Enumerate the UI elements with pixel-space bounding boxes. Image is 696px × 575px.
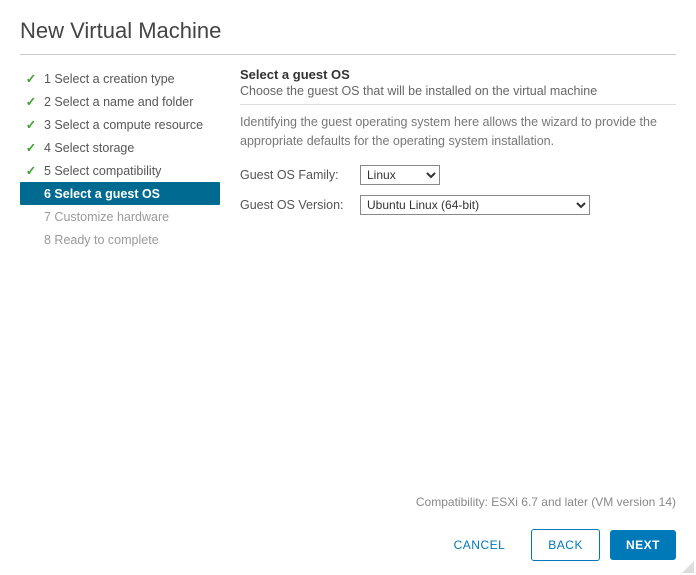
step-guest-os[interactable]: ✓ 6 Select a guest OS: [20, 182, 220, 205]
button-row: CANCEL BACK NEXT: [438, 529, 676, 561]
step-label: 6 Select a guest OS: [44, 187, 160, 201]
step-ready-complete: ✓ 8 Ready to complete: [20, 228, 220, 251]
step-label: 8 Ready to complete: [44, 233, 159, 247]
step-label: 2 Select a name and folder: [44, 95, 193, 109]
step-compute-resource[interactable]: ✓ 3 Select a compute resource: [20, 113, 220, 136]
step-label: 1 Select a creation type: [44, 72, 175, 86]
guest-os-family-select[interactable]: Linux: [360, 165, 440, 185]
content-divider: [240, 104, 676, 105]
checkmark-icon: ✓: [24, 140, 38, 155]
step-label: 4 Select storage: [44, 141, 134, 155]
back-button[interactable]: BACK: [531, 529, 600, 561]
guest-os-version-row: Guest OS Version: Ubuntu Linux (64-bit): [240, 195, 676, 215]
dialog-title: New Virtual Machine: [20, 18, 676, 54]
checkmark-icon: ✓: [24, 94, 38, 109]
compatibility-text: Compatibility: ESXi 6.7 and later (VM ve…: [416, 495, 676, 509]
step-label: 3 Select a compute resource: [44, 118, 203, 132]
step-creation-type[interactable]: ✓ 1 Select a creation type: [20, 67, 220, 90]
step-compatibility[interactable]: ✓ 5 Select compatibility: [20, 159, 220, 182]
wizard-content: Select a guest OS Choose the guest OS th…: [220, 63, 676, 575]
step-customize-hardware: ✓ 7 Customize hardware: [20, 205, 220, 228]
step-storage[interactable]: ✓ 4 Select storage: [20, 136, 220, 159]
wizard-steps-sidebar: ✓ 1 Select a creation type ✓ 2 Select a …: [20, 63, 220, 575]
guest-os-family-row: Guest OS Family: Linux: [240, 165, 676, 185]
cancel-button[interactable]: CANCEL: [438, 530, 522, 560]
divider: [20, 54, 676, 55]
step-name-folder[interactable]: ✓ 2 Select a name and folder: [20, 90, 220, 113]
dialog-body: ✓ 1 Select a creation type ✓ 2 Select a …: [20, 63, 676, 575]
checkmark-icon: ✓: [24, 71, 38, 86]
resize-handle-icon[interactable]: [682, 561, 694, 573]
content-heading: Select a guest OS: [240, 67, 676, 82]
dialog-footer: Compatibility: ESXi 6.7 and later (VM ve…: [240, 480, 676, 575]
new-vm-dialog: New Virtual Machine ✓ 1 Select a creatio…: [0, 0, 696, 575]
content-subheading: Choose the guest OS that will be install…: [240, 84, 676, 98]
guest-os-version-select[interactable]: Ubuntu Linux (64-bit): [360, 195, 590, 215]
step-label: 5 Select compatibility: [44, 164, 161, 178]
checkmark-icon: ✓: [24, 163, 38, 178]
guest-os-family-label: Guest OS Family:: [240, 168, 360, 182]
content-description: Identifying the guest operating system h…: [240, 113, 676, 151]
checkmark-icon: ✓: [24, 117, 38, 132]
guest-os-version-label: Guest OS Version:: [240, 198, 360, 212]
step-label: 7 Customize hardware: [44, 210, 169, 224]
next-button[interactable]: NEXT: [610, 530, 676, 560]
